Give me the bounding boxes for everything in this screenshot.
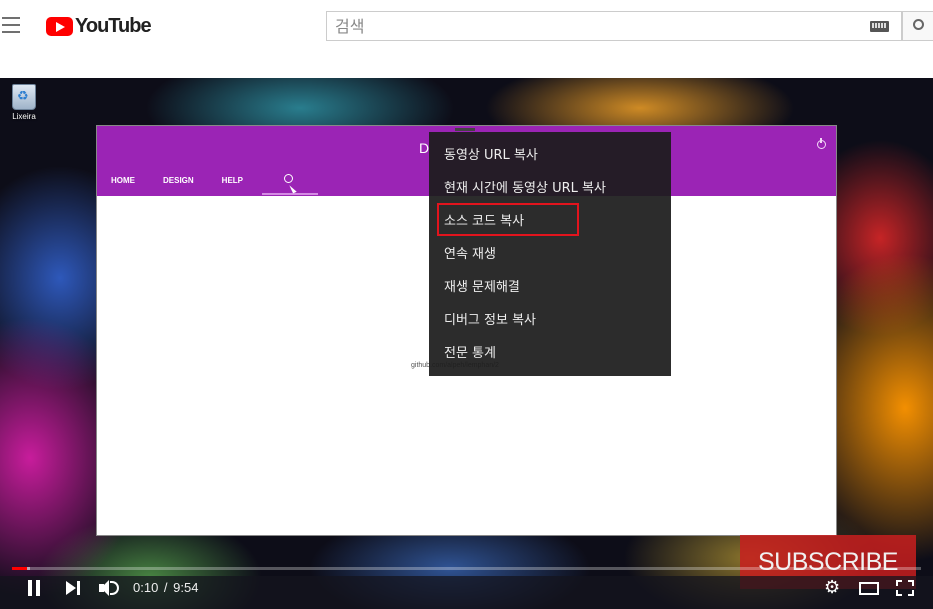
desktop-icon-label: Lixeira: [12, 112, 36, 121]
menu-stats-for-nerds[interactable]: 전문 통계: [429, 337, 671, 370]
youtube-logo[interactable]: YouTube: [46, 15, 152, 38]
next-button[interactable]: [66, 581, 80, 595]
pause-button[interactable]: [27, 580, 41, 596]
menu-copy-url-at-time[interactable]: 현재 시간에 동영상 URL 복사: [429, 172, 671, 205]
menu-copy-embed-code[interactable]: 소스 코드 복사: [429, 205, 671, 238]
menu-icon[interactable]: [2, 17, 20, 33]
mouse-cursor-icon: [289, 183, 297, 194]
menu-loop[interactable]: 연속 재생: [429, 238, 671, 271]
fullscreen-button[interactable]: [896, 580, 914, 596]
time-separator: /: [160, 580, 172, 595]
search-box: [326, 11, 902, 41]
app-nav-design: DESIGN: [163, 176, 194, 185]
app-nav-home: HOME: [111, 176, 135, 185]
menu-copy-video-url[interactable]: 동영상 URL 복사: [429, 139, 671, 172]
desktop-recycle-bin: Lixeira: [7, 84, 41, 121]
menu-handle: [455, 128, 475, 131]
keyboard-icon[interactable]: [870, 21, 889, 32]
search-input[interactable]: [327, 12, 847, 40]
app-tab-underline: [262, 193, 318, 195]
recycle-bin-icon: [12, 84, 36, 110]
settings-gear-icon[interactable]: ⚙: [824, 579, 842, 597]
app-nav-help: HELP: [221, 176, 244, 185]
search-button[interactable]: [902, 11, 933, 41]
progress-played: [12, 567, 28, 570]
time-display: 0:10 / 9:54: [133, 580, 198, 595]
menu-copy-debug-info[interactable]: 디버그 정보 복사: [429, 304, 671, 337]
current-time: 0:10: [133, 580, 159, 595]
app-title: D: [419, 140, 430, 156]
theater-mode-button[interactable]: [859, 582, 879, 595]
app-search-icon: [284, 174, 293, 183]
youtube-play-icon: [46, 17, 73, 36]
progress-bar[interactable]: [12, 567, 921, 570]
duration: 9:54: [173, 580, 199, 595]
power-icon: [817, 138, 826, 149]
logo-text: YouTube: [75, 15, 152, 37]
masthead: YouTube: [0, 0, 933, 56]
player-context-menu: 동영상 URL 복사 현재 시간에 동영상 URL 복사 소스 코드 복사 연속…: [429, 132, 671, 376]
search-icon: [913, 19, 924, 30]
menu-troubleshoot[interactable]: 재생 문제해결: [429, 271, 671, 304]
app-nav: HOME DESIGN HELP: [111, 176, 271, 185]
